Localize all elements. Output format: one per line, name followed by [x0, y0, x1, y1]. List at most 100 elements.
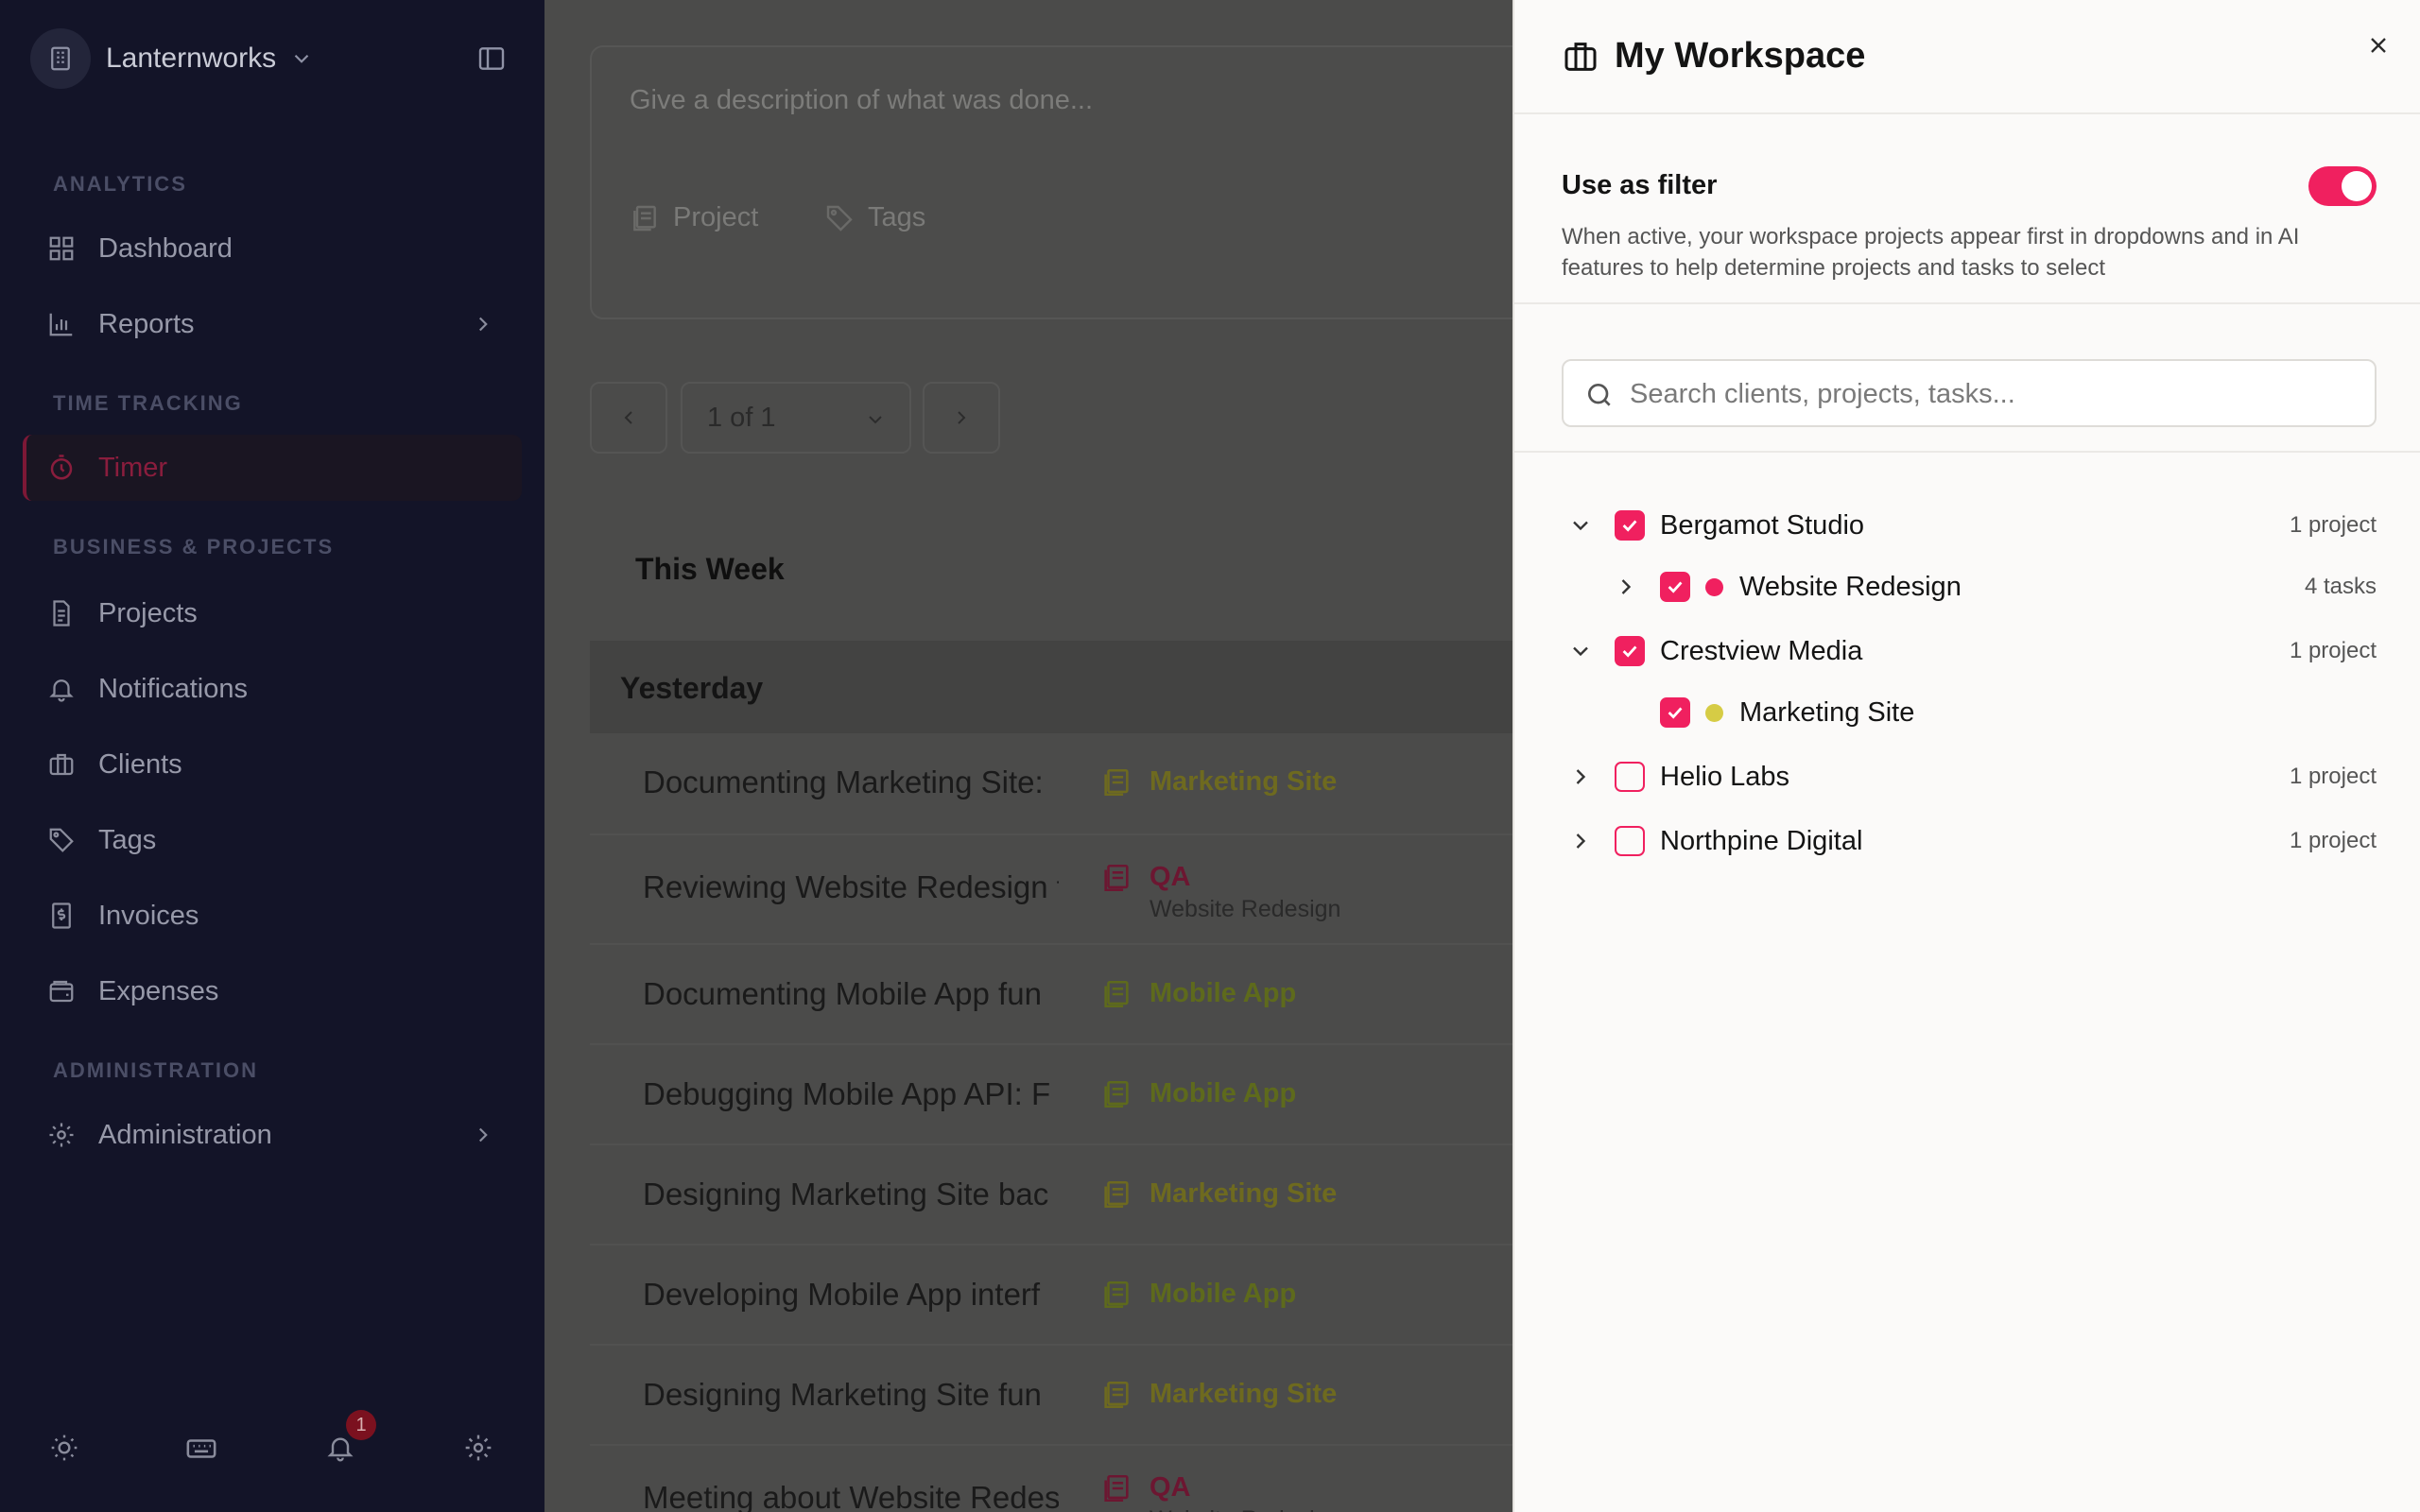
panel-title: My Workspace — [1615, 36, 1866, 76]
invoice-icon — [45, 900, 78, 932]
checkbox[interactable] — [1615, 636, 1645, 666]
sidebar-item-projects[interactable]: Projects — [23, 580, 522, 646]
toggle-knob — [2342, 171, 2372, 201]
search-box[interactable] — [1562, 359, 2377, 427]
entry-project[interactable]: Mobile App — [1100, 1279, 1296, 1311]
entry-description: Designing Marketing Site fun — [643, 1377, 1042, 1412]
sidebar-item-label: Notifications — [98, 673, 248, 704]
tree-label: Crestview Media — [1660, 636, 1863, 666]
search-input[interactable] — [1630, 374, 2348, 414]
tree-count: 1 project — [2289, 828, 2377, 853]
sidebar-item-dashboard[interactable]: Dashboard — [23, 215, 522, 282]
day-header: Yesterday — [590, 641, 1512, 733]
chevron-down-icon[interactable] — [1567, 512, 1594, 539]
tree-count: 4 tasks — [2304, 574, 2377, 599]
entry-project[interactable]: Marketing Site — [1100, 766, 1337, 799]
chevron-right-icon — [471, 1123, 495, 1147]
entry-project[interactable]: QA Website Redesign — [1100, 1472, 1340, 1512]
table-row[interactable]: Designing Marketing Site bac Marketing Si… — [590, 1145, 1512, 1246]
sidebar-item-label: Clients — [98, 748, 182, 780]
panel-header: My Workspace — [1514, 0, 2420, 114]
sidebar-item-notifications[interactable]: Notifications — [23, 656, 522, 722]
tag-icon — [45, 824, 78, 856]
table-row[interactable]: Documenting Marketing Site: Marketing Sit… — [590, 733, 1512, 835]
sidebar-footer — [0, 1418, 544, 1478]
project-client: Website Redesign — [1150, 1506, 1340, 1512]
sidebar-item-administration[interactable]: Administration — [23, 1102, 522, 1168]
checkbox[interactable] — [1615, 510, 1645, 541]
entry-project[interactable]: QA Website Redesign — [1100, 862, 1340, 922]
sidebar-item-expenses[interactable]: Expenses — [23, 958, 522, 1024]
description-input[interactable]: Give a description of what was done... — [630, 85, 1093, 116]
section-business: BUSINESS & PROJECTS — [53, 535, 335, 558]
project-selector[interactable]: Project — [630, 202, 758, 233]
entry-project[interactable]: Marketing Site — [1100, 1379, 1337, 1411]
chevron-right-icon[interactable] — [1613, 574, 1639, 600]
table-row[interactable]: Meeting about Website Redes QA Website Red… — [590, 1446, 1512, 1512]
sidebar-item-invoices[interactable]: Invoices — [23, 883, 522, 949]
checkbox[interactable] — [1615, 762, 1645, 792]
chevron-right-icon — [471, 312, 495, 336]
table-row[interactable]: Debugging Mobile App API: F Mobile App — [590, 1045, 1512, 1145]
bar-chart-icon — [45, 308, 78, 340]
gear-icon — [45, 1119, 78, 1151]
tree-label: Marketing Site — [1739, 697, 1915, 728]
entry-project[interactable]: Marketing Site — [1100, 1178, 1337, 1211]
sidebar-item-label: Dashboard — [98, 232, 233, 264]
time-entry-card: Give a description of what was done... P… — [590, 45, 1512, 319]
checkbox[interactable] — [1615, 826, 1645, 856]
sun-icon[interactable] — [49, 1433, 79, 1463]
stopwatch-icon — [45, 452, 78, 484]
tags-selector[interactable]: Tags — [824, 202, 925, 233]
sidebar-toggle-icon[interactable] — [476, 43, 507, 74]
project-name: Marketing Site — [1150, 766, 1338, 797]
table-row[interactable]: Reviewing Website Redesign f QA Website Re… — [590, 835, 1512, 945]
table-row[interactable]: Designing Marketing Site fun Marketing Si… — [590, 1346, 1512, 1446]
gear-icon[interactable] — [463, 1433, 493, 1463]
tree-label: Bergamot Studio — [1660, 510, 1865, 541]
pager-select[interactable]: 1 of 1 — [681, 382, 911, 454]
project-icon — [1100, 766, 1132, 799]
project-icon — [1100, 1472, 1132, 1504]
sidebar-item-reports[interactable]: Reports — [23, 291, 522, 357]
table-row[interactable]: Developing Mobile App interf Mobile App — [590, 1246, 1512, 1346]
sidebar-item-timer[interactable]: Timer — [23, 435, 522, 501]
project-icon — [1100, 1178, 1132, 1211]
entry-description: Documenting Mobile App fun — [643, 976, 1042, 1011]
checkbox[interactable] — [1660, 697, 1690, 728]
table-row[interactable]: Documenting Mobile App fun Mobile App — [590, 945, 1512, 1045]
sidebar-item-clients[interactable]: Clients — [23, 731, 522, 798]
tree-count: 1 project — [2289, 638, 2377, 663]
briefcase-icon — [45, 748, 78, 781]
project-icon — [1100, 1279, 1132, 1311]
pager-next-button[interactable] — [923, 382, 1000, 454]
tree-label: Website Redesign — [1739, 572, 1962, 602]
client-row-bergamot-studio: Bergamot Studio 1 project — [1514, 499, 2420, 552]
chevron-right-icon[interactable] — [1567, 764, 1594, 790]
entry-project[interactable]: Mobile App — [1100, 978, 1296, 1010]
checkbox[interactable] — [1660, 572, 1690, 602]
keyboard-icon[interactable] — [185, 1433, 217, 1465]
use-as-filter-toggle[interactable] — [2308, 166, 2377, 206]
search-section — [1514, 304, 2420, 453]
sidebar-item-tags[interactable]: Tags — [23, 807, 522, 873]
bell-icon[interactable] — [325, 1433, 355, 1463]
pager-prev-button[interactable] — [590, 382, 667, 454]
project-row-website-redesign: Website Redesign 4 tasks — [1514, 560, 2420, 613]
briefcase-icon — [1562, 38, 1599, 76]
chevron-right-icon — [950, 406, 973, 429]
chevron-down-icon[interactable] — [1567, 638, 1594, 664]
entry-description: Developing Mobile App interf — [643, 1277, 1041, 1312]
project-name: Mobile App — [1150, 1279, 1297, 1309]
sidebar-item-label: Administration — [98, 1119, 272, 1150]
chevron-right-icon[interactable] — [1567, 828, 1594, 854]
bell-icon — [45, 673, 78, 705]
chevron-down-icon — [864, 408, 887, 431]
org-switcher[interactable]: Lanternworks — [30, 28, 314, 89]
project-icon — [630, 203, 660, 233]
notification-badge: 1 — [346, 1410, 376, 1440]
entry-project[interactable]: Mobile App — [1100, 1078, 1296, 1110]
filter-title: Use as filter — [1562, 170, 1718, 200]
section-time-tracking: TIME TRACKING — [53, 391, 243, 415]
close-icon[interactable] — [2365, 32, 2392, 59]
